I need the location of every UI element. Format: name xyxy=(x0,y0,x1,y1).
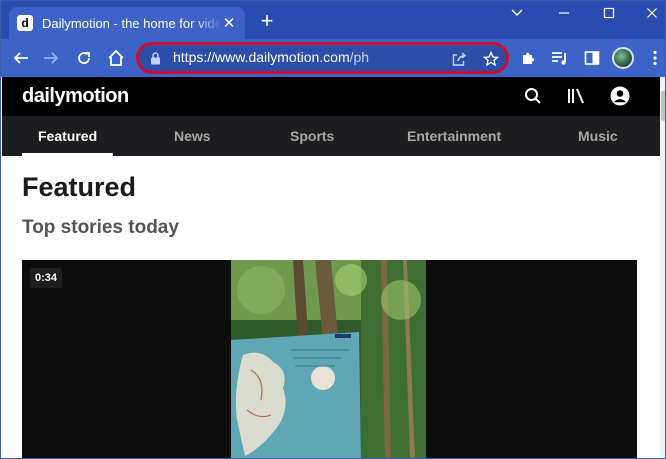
share-icon[interactable] xyxy=(447,47,471,71)
puzzle-icon[interactable] xyxy=(516,46,540,70)
browser-toolbar: https://www.dailymotion.com/ph xyxy=(1,39,665,77)
tab-search-chevron-icon[interactable] xyxy=(507,3,527,23)
kebab-menu-icon[interactable] xyxy=(643,46,665,70)
dailymotion-favicon: d xyxy=(17,15,33,31)
lock-icon[interactable] xyxy=(146,48,164,68)
browser-tab[interactable]: d Dailymotion - the home for videos ✕ xyxy=(9,7,245,39)
section-title: Top stories today xyxy=(22,217,179,238)
nav-tab-featured[interactable]: Featured xyxy=(38,128,97,144)
address-bar[interactable]: https://www.dailymotion.com/ph xyxy=(136,42,509,74)
nav-tab-sports[interactable]: Sports xyxy=(290,128,334,144)
forward-arrow-icon[interactable] xyxy=(39,46,63,70)
minimize-icon[interactable] xyxy=(554,3,574,23)
home-icon[interactable] xyxy=(104,46,128,70)
close-tab-icon[interactable]: ✕ xyxy=(221,14,237,32)
browser-window: d Dailymotion - the home for videos ✕ + xyxy=(0,0,666,459)
page-content: Featured Top stories today 0:34 xyxy=(2,156,660,459)
close-window-icon[interactable] xyxy=(642,3,662,23)
nav-tab-music[interactable]: Music xyxy=(578,128,618,144)
url-text[interactable]: https://www.dailymotion.com/ph xyxy=(173,49,369,65)
url-host: https://www.dailymotion.com xyxy=(173,49,350,65)
dailymotion-logo[interactable]: dailymotion xyxy=(22,85,129,108)
tab-strip: d Dailymotion - the home for videos ✕ + xyxy=(1,1,665,39)
maximize-icon[interactable] xyxy=(599,3,619,23)
side-panel-icon[interactable] xyxy=(580,46,604,70)
profile-avatar[interactable] xyxy=(612,47,634,69)
url-path: /ph xyxy=(349,49,370,65)
nav-tab-entertainment[interactable]: Entertainment xyxy=(407,128,501,144)
video-thumbnail[interactable] xyxy=(231,260,426,459)
account-icon[interactable] xyxy=(609,85,631,107)
scrollbar-thumb[interactable] xyxy=(661,91,665,121)
reload-icon[interactable] xyxy=(72,46,96,70)
page-scrollbar[interactable] xyxy=(660,77,665,458)
category-nav: Featured News Sports Entertainment Music xyxy=(2,116,660,156)
video-duration-badge: 0:34 xyxy=(30,268,63,288)
new-tab-button[interactable]: + xyxy=(257,10,277,32)
nav-tab-news[interactable]: News xyxy=(174,128,211,144)
site-header: dailymotion xyxy=(2,77,660,116)
media-queue-icon[interactable] xyxy=(548,46,572,70)
tab-title: Dailymotion - the home for videos xyxy=(42,15,222,31)
back-arrow-icon[interactable] xyxy=(9,46,33,70)
page-title: Featured xyxy=(22,172,137,202)
video-player[interactable]: 0:34 xyxy=(22,260,637,459)
search-icon[interactable] xyxy=(522,85,544,107)
star-icon[interactable] xyxy=(479,47,503,71)
library-icon[interactable] xyxy=(565,85,587,107)
